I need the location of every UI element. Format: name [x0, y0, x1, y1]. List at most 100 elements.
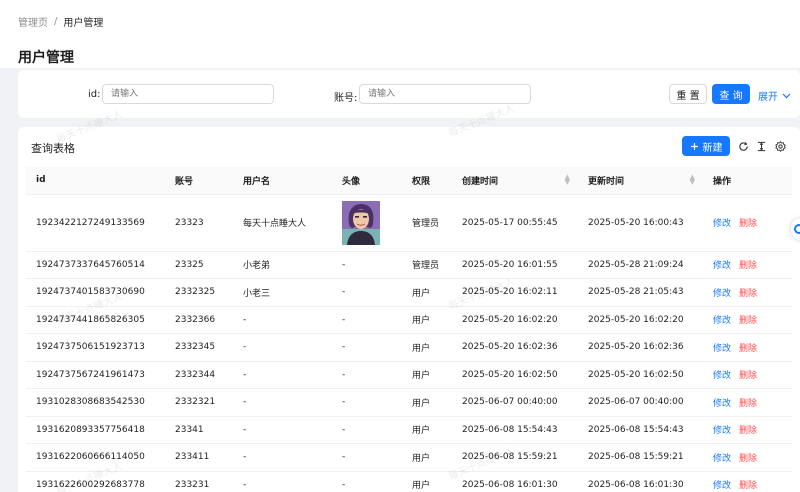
edit-link[interactable]: 修改	[713, 289, 731, 299]
cell-username: -	[233, 416, 332, 444]
table-row: 1924737567241961473 2332344 - - 用户 2025-…	[26, 361, 792, 389]
delete-link[interactable]: 删除	[739, 426, 757, 436]
cell-account: 23325	[165, 251, 233, 279]
cell-avatar: -	[332, 278, 402, 307]
chevron-down-icon	[782, 93, 791, 98]
cell-updated: 2025-06-08 15:54:43	[578, 416, 703, 444]
reload-icon[interactable]	[736, 139, 750, 153]
cell-actions: 修改 删除	[703, 361, 792, 389]
delete-link[interactable]: 删除	[739, 454, 757, 464]
breadcrumb-root[interactable]: 管理页	[18, 14, 48, 29]
delete-link[interactable]: 删除	[739, 261, 757, 271]
breadcrumb-separator: /	[54, 16, 58, 27]
breadcrumb: 管理页 / 用户管理	[18, 14, 782, 29]
cell-actions: 修改 删除	[703, 416, 792, 444]
column-header-updated-label: 更新时间	[588, 176, 625, 187]
cell-created: 2025-06-08 15:54:43	[452, 416, 578, 444]
edit-link[interactable]: 修改	[713, 481, 731, 491]
cell-actions: 修改 删除	[703, 333, 792, 362]
cell-avatar	[332, 194, 402, 252]
cell-created: 2025-05-20 16:02:11	[452, 278, 578, 307]
user-table: id 账号 用户名 头像 权限 创建时间 ▲ ▼ 更新时间 ▲ ▼ 操作 19234…	[26, 167, 792, 492]
cell-actions: 修改 删除	[703, 194, 792, 252]
cell-id: 1924737337645760514	[26, 251, 165, 279]
id-label: id:	[88, 89, 101, 100]
sort-icon[interactable]: ▲ ▼	[565, 174, 570, 186]
delete-link[interactable]: 删除	[739, 371, 757, 381]
cell-id: 1924737506151923713	[26, 333, 165, 362]
cell-updated: 2025-06-07 00:40:00	[578, 388, 703, 417]
cell-updated: 2025-05-20 16:02:50	[578, 361, 703, 389]
cell-account: 2332344	[165, 361, 233, 389]
page-header: 管理页 / 用户管理 用户管理	[0, 0, 800, 68]
delete-link[interactable]: 删除	[739, 219, 757, 229]
cell-role: 管理员	[402, 194, 452, 252]
edit-link[interactable]: 修改	[713, 399, 731, 409]
search-form: id: 账号: 重 置 查 询 展开	[18, 70, 800, 118]
cell-actions: 修改 删除	[703, 443, 792, 472]
edit-link[interactable]: 修改	[713, 316, 731, 326]
cell-role: 用户	[402, 333, 452, 362]
cell-updated: 2025-05-28 21:09:24	[578, 251, 703, 279]
delete-link[interactable]: 删除	[739, 399, 757, 409]
new-button[interactable]: 新建	[682, 136, 730, 156]
table-row: 1931028308683542530 2332321 - - 用户 2025-…	[26, 388, 792, 417]
column-header-created[interactable]: 创建时间 ▲ ▼	[452, 167, 578, 195]
edit-link[interactable]: 修改	[713, 371, 731, 381]
id-input[interactable]	[102, 84, 274, 104]
breadcrumb-current: 用户管理	[63, 18, 104, 29]
table-row: 1924737506151923713 2332345 - - 用户 2025-…	[26, 333, 792, 362]
delete-link[interactable]: 删除	[739, 316, 757, 326]
cell-username: -	[233, 443, 332, 472]
column-height-icon[interactable]	[754, 139, 768, 153]
sort-icon[interactable]: ▲ ▼	[690, 174, 695, 186]
table-title: 查询表格	[31, 142, 75, 155]
cell-account: 233411	[165, 443, 233, 472]
cell-account: 23323	[165, 194, 233, 252]
column-header-id: id	[26, 167, 165, 195]
cell-id: 1931622600292683778	[26, 471, 165, 492]
float-button-icon	[794, 224, 800, 234]
cell-actions: 修改 删除	[703, 471, 792, 492]
edit-link[interactable]: 修改	[713, 344, 731, 354]
cell-updated: 2025-05-20 16:00:43	[578, 194, 703, 252]
expand-toggle[interactable]: 展开	[758, 88, 791, 103]
cell-avatar: -	[332, 416, 402, 444]
cell-created: 2025-05-20 16:01:55	[452, 251, 578, 279]
cell-username: -	[233, 388, 332, 417]
cell-username: -	[233, 361, 332, 389]
cell-username: -	[233, 306, 332, 334]
cell-role: 用户	[402, 388, 452, 417]
cell-id: 1924737567241961473	[26, 361, 165, 389]
column-header-updated[interactable]: 更新时间 ▲ ▼	[578, 167, 703, 195]
cell-username: -	[233, 333, 332, 362]
edit-link[interactable]: 修改	[713, 219, 731, 229]
cell-avatar: -	[332, 443, 402, 472]
cell-username: 每天十点睡大人	[233, 194, 332, 252]
cell-id: 1931620893357756418	[26, 416, 165, 444]
cell-account: 2332325	[165, 278, 233, 307]
delete-link[interactable]: 删除	[739, 289, 757, 299]
cell-id: 1923422127249133569	[26, 194, 165, 252]
cell-account: 2332345	[165, 333, 233, 362]
cell-actions: 修改 删除	[703, 251, 792, 279]
cell-username: 小老三	[233, 278, 332, 307]
column-header-avatar: 头像	[332, 167, 402, 195]
delete-link[interactable]: 删除	[739, 481, 757, 491]
cell-updated: 2025-05-20 16:02:36	[578, 333, 703, 362]
delete-link[interactable]: 删除	[739, 344, 757, 354]
table-row: 1931622060666114050 233411 - - 用户 2025-0…	[26, 443, 792, 472]
cell-created: 2025-05-20 16:02:20	[452, 306, 578, 334]
cell-avatar: -	[332, 361, 402, 389]
cell-created: 2025-06-07 00:40:00	[452, 388, 578, 417]
setting-icon[interactable]	[773, 139, 787, 153]
cell-role: 用户	[402, 361, 452, 389]
edit-link[interactable]: 修改	[713, 261, 731, 271]
edit-link[interactable]: 修改	[713, 426, 731, 436]
reset-button[interactable]: 重 置	[669, 84, 707, 104]
query-button[interactable]: 查 询	[712, 84, 750, 104]
cell-account: 23341	[165, 416, 233, 444]
cell-actions: 修改 删除	[703, 306, 792, 334]
edit-link[interactable]: 修改	[713, 454, 731, 464]
account-input[interactable]	[359, 84, 531, 104]
